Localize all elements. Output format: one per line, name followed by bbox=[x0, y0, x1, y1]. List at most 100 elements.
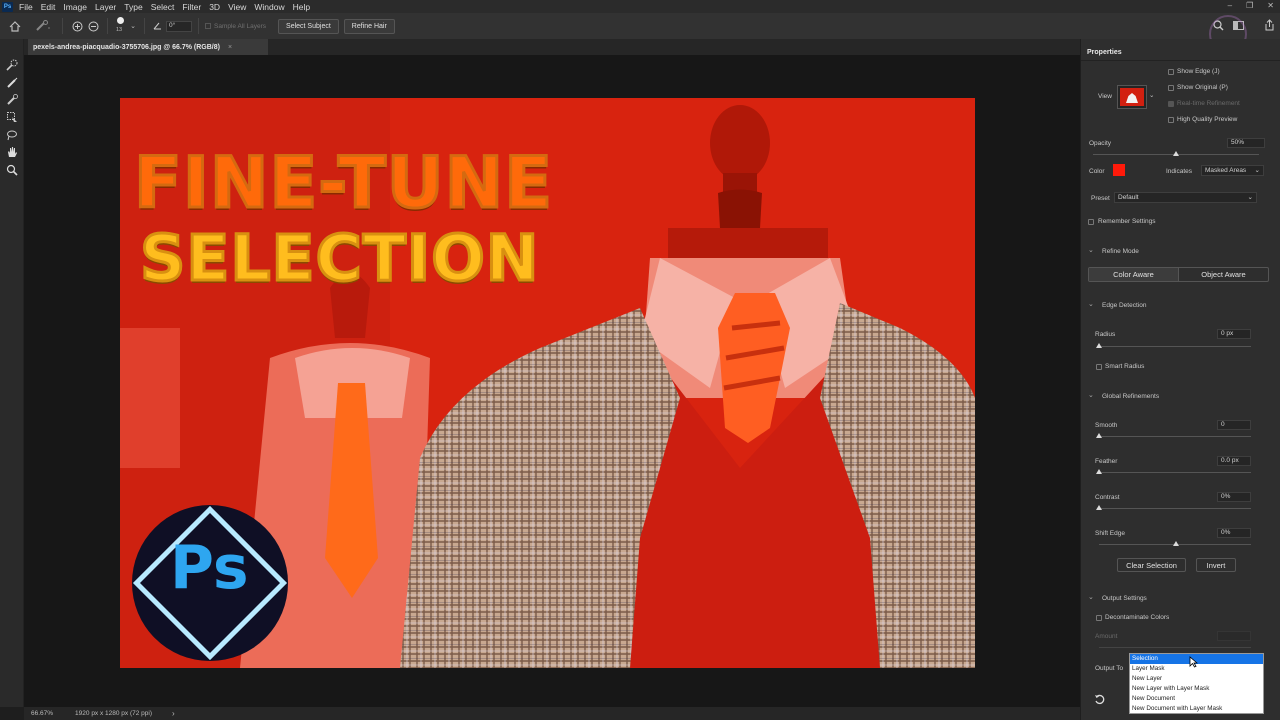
preset-label: Preset bbox=[1091, 195, 1110, 202]
radius-slider-handle[interactable] bbox=[1096, 343, 1102, 348]
subtract-from-selection-icon[interactable] bbox=[85, 21, 101, 32]
canvas-area[interactable]: FINE-TUNE SELECTION Ps bbox=[24, 55, 1080, 707]
opacity-slider-handle[interactable] bbox=[1173, 151, 1179, 156]
menu-view[interactable]: View bbox=[228, 2, 246, 12]
close-icon[interactable]: ✕ bbox=[1267, 1, 1274, 10]
overlay-color-swatch[interactable] bbox=[1113, 164, 1125, 176]
menu-layer[interactable]: Layer bbox=[95, 2, 116, 12]
high-quality-preview-checkbox[interactable] bbox=[1168, 117, 1174, 123]
brush-size-picker[interactable]: 13 bbox=[114, 15, 128, 37]
menu-image[interactable]: Image bbox=[63, 2, 87, 12]
chevron-down-icon[interactable]: ⌄ bbox=[1088, 300, 1094, 308]
radius-slider-track[interactable] bbox=[1099, 346, 1251, 347]
menu-help[interactable]: Help bbox=[293, 2, 310, 12]
minimize-icon[interactable]: – bbox=[1228, 1, 1232, 10]
tab-properties[interactable]: Properties bbox=[1087, 49, 1122, 56]
sample-all-layers-checkbox[interactable] bbox=[205, 23, 211, 29]
contrast-slider-track[interactable] bbox=[1099, 508, 1251, 509]
feather-slider-handle[interactable] bbox=[1096, 469, 1102, 474]
invert-button[interactable]: Invert bbox=[1196, 558, 1236, 572]
document-tabs: pexels-andrea-piacquadio-3755706.jpg @ 6… bbox=[24, 39, 1080, 55]
properties-panel: Properties View ⌄ Show Edge (J) Show Ori… bbox=[1080, 39, 1280, 720]
decontaminate-colors-checkbox[interactable] bbox=[1096, 615, 1102, 621]
hand-tool-icon[interactable] bbox=[4, 144, 20, 159]
menu-window[interactable]: Window bbox=[254, 2, 284, 12]
shift-edge-slider-handle[interactable] bbox=[1173, 541, 1179, 546]
chevron-down-icon[interactable]: ⌄ bbox=[1149, 91, 1154, 99]
document-image[interactable]: FINE-TUNE SELECTION Ps bbox=[120, 98, 975, 668]
output-option-new-document[interactable]: New Document bbox=[1130, 694, 1263, 704]
view-mode-thumbnail bbox=[1120, 88, 1144, 106]
output-option-new-document-with-mask[interactable]: New Document with Layer Mask bbox=[1130, 704, 1263, 714]
amount-slider-track bbox=[1099, 647, 1251, 648]
contrast-label: Contrast bbox=[1095, 494, 1120, 501]
angle-input[interactable]: 0° bbox=[166, 20, 192, 32]
brush-tool-icon[interactable] bbox=[4, 75, 20, 90]
smooth-input[interactable]: 0 bbox=[1217, 420, 1251, 430]
color-label: Color bbox=[1089, 168, 1105, 175]
output-to-label: Output To bbox=[1095, 665, 1124, 672]
close-tab-icon[interactable]: × bbox=[228, 44, 232, 51]
status-arrow-icon[interactable]: › bbox=[172, 709, 175, 718]
document-info: 1920 px x 1280 px (72 ppi) bbox=[75, 710, 153, 717]
document-tab[interactable]: pexels-andrea-piacquadio-3755706.jpg @ 6… bbox=[28, 39, 268, 55]
lasso-tool-icon[interactable] bbox=[4, 127, 20, 142]
menu-3d[interactable]: 3D bbox=[209, 2, 220, 12]
output-option-new-layer-with-mask[interactable]: New Layer with Layer Mask bbox=[1130, 684, 1263, 694]
chevron-down-icon[interactable]: ⌄ bbox=[1088, 246, 1094, 254]
home-icon[interactable] bbox=[0, 20, 30, 32]
reset-icon[interactable] bbox=[1094, 694, 1105, 707]
quick-selection-tool-icon[interactable] bbox=[4, 57, 20, 72]
radius-input[interactable]: 0 px bbox=[1217, 329, 1251, 339]
chevron-down-icon[interactable]: ⌄ bbox=[1088, 391, 1094, 399]
contrast-slider-handle[interactable] bbox=[1096, 505, 1102, 510]
brush-tip-icon bbox=[117, 17, 124, 24]
preset-select[interactable]: Default ⌄ bbox=[1114, 192, 1257, 203]
smart-radius-checkbox[interactable] bbox=[1096, 364, 1102, 370]
feather-slider-track[interactable] bbox=[1099, 472, 1251, 473]
photoshop-logo-icon[interactable]: Ps bbox=[2, 1, 13, 12]
refine-mode-title: Refine Mode bbox=[1102, 248, 1139, 255]
object-selection-tool-icon[interactable] bbox=[4, 109, 20, 124]
smooth-slider-handle[interactable] bbox=[1096, 433, 1102, 438]
feather-input[interactable]: 0.0 px bbox=[1217, 456, 1251, 466]
clear-selection-button[interactable]: Clear Selection bbox=[1117, 558, 1186, 572]
color-aware-button[interactable]: Color Aware bbox=[1089, 268, 1179, 281]
indicates-select[interactable]: Masked Areas ⌄ bbox=[1201, 165, 1264, 176]
opacity-input[interactable]: 50% bbox=[1227, 138, 1265, 148]
show-original-checkbox[interactable] bbox=[1168, 85, 1174, 91]
menu-type[interactable]: Type bbox=[124, 2, 142, 12]
headline-line-2: SELECTION bbox=[139, 222, 541, 295]
add-to-selection-icon[interactable] bbox=[69, 21, 85, 32]
show-edge-checkbox[interactable] bbox=[1168, 69, 1174, 75]
refine-hair-button[interactable]: Refine Hair bbox=[343, 18, 395, 34]
menu-file[interactable]: File bbox=[19, 2, 33, 12]
view-mode-picker[interactable] bbox=[1117, 85, 1147, 109]
smooth-label: Smooth bbox=[1095, 422, 1118, 429]
object-aware-button[interactable]: Object Aware bbox=[1179, 268, 1268, 281]
view-label: View bbox=[1098, 93, 1112, 100]
feather-label: Feather bbox=[1095, 458, 1118, 465]
share-icon[interactable] bbox=[1264, 19, 1275, 33]
shift-edge-input[interactable]: 0% bbox=[1217, 528, 1251, 538]
mouse-cursor-icon bbox=[1189, 656, 1198, 668]
chevron-down-icon[interactable]: ⌄ bbox=[128, 22, 138, 30]
realtime-refinement-checkbox[interactable] bbox=[1168, 101, 1174, 107]
contrast-input[interactable]: 0% bbox=[1217, 492, 1251, 502]
restore-icon[interactable]: ❐ bbox=[1246, 1, 1253, 10]
smooth-slider-track[interactable] bbox=[1099, 436, 1251, 437]
brush-size-value: 13 bbox=[116, 27, 123, 33]
quick-selection-preset-icon[interactable] bbox=[30, 20, 56, 32]
menu-filter[interactable]: Filter bbox=[182, 2, 201, 12]
menu-edit[interactable]: Edit bbox=[41, 2, 56, 12]
menu-select[interactable]: Select bbox=[151, 2, 175, 12]
refine-edge-brush-tool-icon[interactable] bbox=[4, 92, 20, 107]
indicates-value: Masked Areas bbox=[1205, 167, 1247, 174]
output-settings-title: Output Settings bbox=[1102, 595, 1147, 602]
select-subject-button[interactable]: Select Subject bbox=[278, 18, 339, 34]
chevron-down-icon[interactable]: ⌄ bbox=[1088, 593, 1094, 601]
zoom-tool-icon[interactable] bbox=[4, 162, 20, 177]
remember-settings-checkbox[interactable] bbox=[1088, 219, 1094, 225]
zoom-level[interactable]: 66.67% bbox=[31, 710, 53, 717]
output-option-new-layer[interactable]: New Layer bbox=[1130, 674, 1263, 684]
